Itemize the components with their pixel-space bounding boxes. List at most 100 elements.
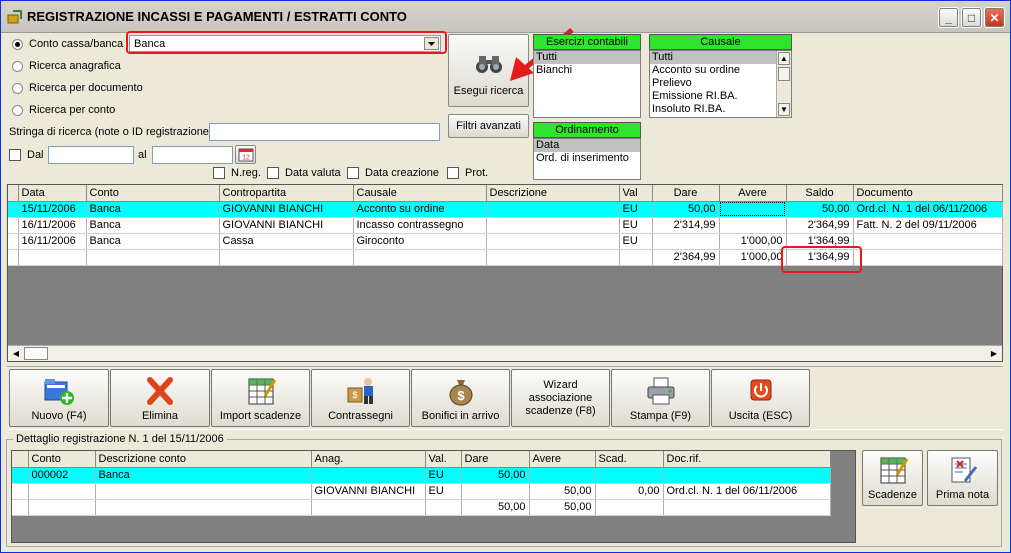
table-row[interactable]: 000002 Banca EU 50,00 xyxy=(12,467,831,484)
scadenze-button[interactable]: Scadenze xyxy=(862,450,923,506)
radio-conto-cassa[interactable] xyxy=(12,39,23,50)
causale-item[interactable]: Insoluto RI.BA. xyxy=(650,103,791,116)
col-val[interactable]: Val. xyxy=(425,451,462,468)
causale-item[interactable]: Emissione RI.BA. xyxy=(650,90,791,103)
col-descrizione-conto[interactable]: Descrizione conto xyxy=(95,451,312,468)
radio-ricerca-conto[interactable] xyxy=(12,105,23,116)
col-causale[interactable]: Causale xyxy=(353,185,487,202)
nuovo-button[interactable]: Nuovo (F4) xyxy=(9,369,109,427)
detail-grid[interactable]: Conto Descrizione conto Anag. Val. Dare … xyxy=(11,450,856,543)
elimina-label: Elimina xyxy=(141,410,179,422)
calendar-button[interactable]: 12 xyxy=(235,145,256,164)
col-avere[interactable]: Avere xyxy=(529,451,596,468)
filtri-avanzati-button[interactable]: Filtri avanzati xyxy=(448,114,529,138)
col-dare[interactable]: Dare xyxy=(461,451,530,468)
ordinamento-list[interactable]: Data Ord. di inserimento xyxy=(533,138,641,180)
cell xyxy=(95,483,312,500)
data-valuta-checkbox[interactable] xyxy=(267,167,279,179)
stringa-input[interactable] xyxy=(209,123,440,141)
svg-text:$: $ xyxy=(352,390,357,400)
ordinamento-item[interactable]: Ord. di inserimento xyxy=(534,152,640,165)
table-row[interactable]: GIOVANNI BIANCHI EU 50,00 0,00 Ord.cl. N… xyxy=(12,483,831,500)
col-saldo[interactable]: Saldo xyxy=(786,185,854,202)
delivery-package-icon: $ xyxy=(347,378,373,404)
cell xyxy=(311,499,426,516)
new-folder-icon xyxy=(44,379,74,405)
cell xyxy=(853,249,1003,266)
col-conto[interactable]: Conto xyxy=(86,185,220,202)
calendar-day: 12 xyxy=(242,155,250,162)
import-scadenze-button[interactable]: Import scadenze xyxy=(211,369,310,427)
scroll-right-icon[interactable]: ▶ xyxy=(987,347,1001,360)
col-documento[interactable]: Documento xyxy=(853,185,1003,202)
main-grid-hscrollbar[interactable]: ◀ ▶ xyxy=(8,345,1002,361)
close-button[interactable]: ✕ xyxy=(984,7,1005,28)
svg-text:$: $ xyxy=(457,388,465,403)
col-avere[interactable]: Avere xyxy=(719,185,787,202)
minimize-button[interactable]: _ xyxy=(938,7,959,28)
cell-focused[interactable] xyxy=(719,201,787,218)
radio-ricerca-anagrafica[interactable] xyxy=(12,61,23,72)
col-dare[interactable]: Dare xyxy=(652,185,720,202)
uscita-button[interactable]: Uscita (ESC) xyxy=(711,369,810,427)
esercizi-list[interactable]: Tutti Bianchi xyxy=(533,50,641,118)
esercizi-item[interactable]: Tutti xyxy=(534,51,640,64)
hscroll-thumb[interactable] xyxy=(24,347,48,360)
table-row[interactable]: 16/11/2006 Banca GIOVANNI BIANCHI Incass… xyxy=(8,217,1003,234)
cell: Banca xyxy=(86,201,220,218)
cell: EU xyxy=(425,483,462,500)
col-descrizione[interactable]: Descrizione xyxy=(486,185,620,202)
bonifici-button[interactable]: $ Bonifici in arrivo xyxy=(411,369,510,427)
cell: Incasso contrassegno xyxy=(353,217,487,234)
main-header-row: Data Conto Contropartita Causale Descriz… xyxy=(8,185,1003,202)
calendar-icon: 12 xyxy=(238,148,253,162)
prot-checkbox[interactable] xyxy=(447,167,459,179)
elimina-button[interactable]: Elimina xyxy=(110,369,210,427)
dal-checkbox[interactable] xyxy=(9,149,21,161)
stampa-button[interactable]: Stampa (F9) xyxy=(611,369,710,427)
col-conto[interactable]: Conto xyxy=(28,451,96,468)
contrassegni-button[interactable]: $ Contrassegni xyxy=(311,369,410,427)
power-icon xyxy=(750,379,771,401)
total-dare: 50,00 xyxy=(461,499,530,516)
table-row[interactable]: 15/11/2006 Banca GIOVANNI BIANCHI Accont… xyxy=(8,201,1003,218)
spreadsheet-icon xyxy=(248,378,276,405)
causale-list[interactable]: Tutti Acconto su ordine Prelievo Emissio… xyxy=(649,50,792,118)
col-anag[interactable]: Anag. xyxy=(311,451,426,468)
main-grid[interactable]: Data Conto Contropartita Causale Descriz… xyxy=(7,184,1003,362)
col-contropartita[interactable]: Contropartita xyxy=(219,185,354,202)
radio-ricerca-anagrafica-label: Ricerca anagrafica xyxy=(29,60,121,72)
causale-scrollbar[interactable]: ▲ ▼ xyxy=(776,51,791,117)
prima-nota-button[interactable]: Prima nota xyxy=(927,450,998,506)
al-input[interactable] xyxy=(152,146,233,164)
scroll-up-icon[interactable]: ▲ xyxy=(778,52,790,65)
ordinamento-header: Ordinamento xyxy=(533,122,641,138)
filtri-avanzati-label: Filtri avanzati xyxy=(456,120,521,132)
cell: Acconto su ordine xyxy=(353,201,487,218)
causale-item[interactable]: Tutti xyxy=(650,51,776,64)
causale-item[interactable]: Prelievo xyxy=(650,77,791,90)
cell: 000002 xyxy=(28,467,96,484)
nreg-checkbox[interactable] xyxy=(213,167,225,179)
scroll-down-icon[interactable]: ▼ xyxy=(778,103,790,116)
wizard-button[interactable]: Wizard associazione scadenze (F8) xyxy=(511,369,610,427)
esercizi-item[interactable]: Bianchi xyxy=(534,64,640,77)
col-val[interactable]: Val xyxy=(619,185,653,202)
scroll-left-icon[interactable]: ◀ xyxy=(9,347,23,360)
col-scad[interactable]: Scad. xyxy=(595,451,664,468)
radio-ricerca-documento[interactable] xyxy=(12,83,23,94)
ordinamento-item[interactable]: Data xyxy=(534,139,640,152)
cell xyxy=(86,249,220,266)
data-creazione-checkbox[interactable] xyxy=(347,167,359,179)
esegui-ricerca-label: Esegui ricerca xyxy=(453,84,524,97)
col-docrif[interactable]: Doc.rif. xyxy=(663,451,831,468)
causale-item[interactable]: Acconto su ordine xyxy=(650,64,791,77)
causale-header: Causale xyxy=(649,34,792,50)
spreadsheet-icon xyxy=(880,457,908,484)
highlight-saldo-total xyxy=(781,246,862,273)
scroll-thumb[interactable] xyxy=(778,67,790,81)
cell xyxy=(425,499,462,516)
dal-input[interactable] xyxy=(48,146,134,164)
col-data[interactable]: Data xyxy=(18,185,87,202)
maximize-button[interactable]: □ xyxy=(961,7,982,28)
